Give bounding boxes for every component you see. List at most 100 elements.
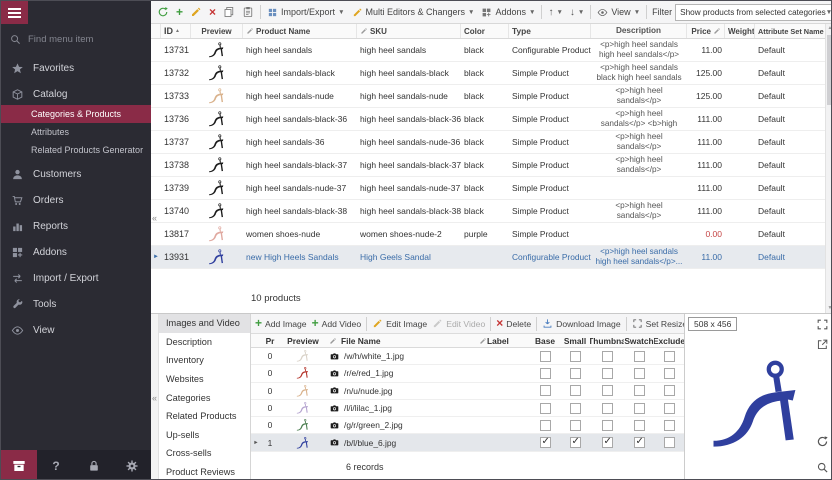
thumbnail-checkbox[interactable]	[602, 351, 613, 362]
swatch-checkbox[interactable]	[634, 420, 645, 431]
product-row[interactable]: 13739 high heel sandals-nude-37 high hee…	[151, 177, 825, 200]
copy-button[interactable]	[220, 4, 238, 20]
exclude-checkbox[interactable]	[664, 437, 675, 448]
base-checkbox[interactable]	[540, 420, 551, 431]
column-header-color[interactable]: Color	[461, 24, 509, 38]
edit-video-button[interactable]: Edit Video	[430, 316, 487, 331]
base-checkbox[interactable]	[540, 368, 551, 379]
image-row[interactable]: 0 /g/r/green_2.jpg	[251, 417, 684, 434]
thumbnail-checkbox[interactable]	[602, 385, 613, 396]
column-header-product-name[interactable]: Product Name	[243, 24, 357, 38]
collapse-panel-handle[interactable]: «	[152, 213, 157, 223]
column-header-sku[interactable]: SKU	[357, 24, 461, 38]
open-external-icon[interactable]	[816, 338, 829, 351]
thumbnail-checkbox[interactable]	[602, 437, 613, 448]
product-row[interactable]: 13732 high heel sandals-black high heel …	[151, 62, 825, 85]
store-button[interactable]	[1, 450, 37, 480]
small-checkbox[interactable]	[570, 420, 581, 431]
product-row[interactable]: 13740 high heel sandals-black-38 high he…	[151, 200, 825, 223]
addons-button[interactable]: Addons ▼	[478, 5, 538, 20]
filter-select[interactable]: Show products from selected categories ▼	[675, 4, 832, 21]
collapse-panel-handle[interactable]: «	[151, 314, 159, 480]
column-header-type[interactable]: Type	[509, 24, 591, 38]
sidebar-item[interactable]: Import / Export	[1, 267, 151, 289]
set-resize-rule-button[interactable]: Set Resize Rule▼	[630, 316, 684, 331]
hamburger-menu-button[interactable]	[1, 1, 28, 24]
swatch-checkbox[interactable]	[634, 385, 645, 396]
exclude-checkbox[interactable]	[664, 351, 675, 362]
detail-tab[interactable]: Product Reviews	[159, 463, 250, 480]
column-header-id[interactable]: ID▲	[161, 24, 191, 38]
detail-tab[interactable]: Up-sells	[159, 426, 250, 445]
exclude-checkbox[interactable]	[664, 385, 675, 396]
column-header-preview[interactable]: Preview	[279, 336, 327, 346]
product-row[interactable]: 13733 high heel sandals-nude high heel s…	[151, 85, 825, 108]
delete-product-button[interactable]: ×	[206, 5, 219, 20]
sidebar-item[interactable]: Reports	[1, 215, 151, 237]
sidebar-item[interactable]: Favorites	[1, 57, 151, 79]
base-checkbox[interactable]	[540, 403, 551, 414]
sort-descending-button[interactable]: ↓▼	[567, 5, 587, 20]
settings-button[interactable]	[113, 459, 151, 473]
swatch-checkbox[interactable]	[634, 351, 645, 362]
detail-tab[interactable]: Related Products	[159, 407, 250, 426]
sidebar-item[interactable]: Related Products Generator	[1, 141, 151, 159]
column-header-preview[interactable]: Preview	[191, 24, 243, 38]
small-checkbox[interactable]	[570, 368, 581, 379]
column-header-thumbnail[interactable]: Thumbna	[590, 336, 624, 346]
column-header-label[interactable]: Label	[477, 336, 530, 346]
sidebar-item[interactable]: Addons	[1, 241, 151, 263]
small-checkbox[interactable]	[570, 437, 581, 448]
base-checkbox[interactable]	[540, 385, 551, 396]
refresh-button[interactable]	[154, 4, 172, 20]
image-row[interactable]: 0 /w/h/white_1.jpg	[251, 348, 684, 365]
sidebar-item[interactable]: Catalog	[1, 83, 151, 105]
refresh-preview-icon[interactable]	[816, 435, 829, 448]
detail-tab[interactable]: Websites	[159, 370, 250, 389]
column-header-swatch[interactable]: Swatch	[624, 336, 654, 346]
thumbnail-checkbox[interactable]	[602, 420, 613, 431]
sidebar-item[interactable]: View	[1, 319, 151, 341]
edit-image-button[interactable]: Edit Image	[370, 316, 429, 331]
small-checkbox[interactable]	[570, 403, 581, 414]
scroll-up-arrow[interactable]: ▲	[826, 24, 832, 33]
exclude-checkbox[interactable]	[664, 420, 675, 431]
delete-image-button[interactable]: ×Delete	[494, 316, 533, 331]
product-row[interactable]: 13736 high heel sandals-black-36 high he…	[151, 108, 825, 131]
product-row[interactable]: ► 13931 new High Heels Sandals High Geel…	[151, 246, 825, 269]
multi-editors-button[interactable]: Multi Editors & Changers ▼	[349, 5, 478, 20]
image-row[interactable]: 0 /r/e/red_1.jpg	[251, 365, 684, 382]
zoom-icon[interactable]	[816, 461, 829, 474]
sidebar-item[interactable]: Tools	[1, 293, 151, 315]
sidebar-item[interactable]: Customers	[1, 163, 151, 185]
product-row[interactable]: 13737 high heel sandals-36 high heel san…	[151, 131, 825, 154]
add-video-button[interactable]: +Add Video	[310, 316, 364, 331]
column-header-exclude[interactable]: Exclude	[654, 336, 684, 346]
base-checkbox[interactable]	[540, 351, 551, 362]
column-header-attribute-set[interactable]: Attribute Set Name	[755, 24, 825, 38]
image-row[interactable]: 0 /n/u/nude.jpg	[251, 383, 684, 400]
swatch-checkbox[interactable]	[634, 437, 645, 448]
column-header-description[interactable]: Description	[591, 24, 687, 38]
column-header-base[interactable]: Base	[530, 336, 560, 346]
column-header-price[interactable]: Price	[687, 24, 725, 38]
detail-tab[interactable]: Categories	[159, 388, 250, 407]
vertical-scrollbar[interactable]: ▲ ▼	[825, 24, 832, 313]
image-row[interactable]: 0 /l/i/lilac_1.jpg	[251, 400, 684, 417]
column-header-small[interactable]: Small	[560, 336, 590, 346]
add-image-button[interactable]: +Add Image	[253, 316, 309, 331]
exclude-checkbox[interactable]	[664, 403, 675, 414]
scroll-down-arrow[interactable]: ▼	[826, 304, 832, 313]
detail-tab[interactable]: Cross-sells	[159, 444, 250, 463]
detail-tab[interactable]: Inventory	[159, 351, 250, 370]
download-image-button[interactable]: Download Image	[540, 316, 623, 331]
image-row[interactable]: ► 1 /b/l/blue_6.jpg	[251, 434, 684, 451]
edit-product-button[interactable]	[187, 4, 205, 20]
lock-button[interactable]	[75, 459, 113, 473]
product-row[interactable]: 13817 women shoes-nude women shoes-nude-…	[151, 223, 825, 246]
exclude-checkbox[interactable]	[664, 368, 675, 379]
sidebar-item[interactable]: Categories & Products	[1, 105, 151, 123]
column-header-pr[interactable]: Pr	[261, 336, 279, 346]
thumbnail-checkbox[interactable]	[602, 368, 613, 379]
swatch-checkbox[interactable]	[634, 403, 645, 414]
